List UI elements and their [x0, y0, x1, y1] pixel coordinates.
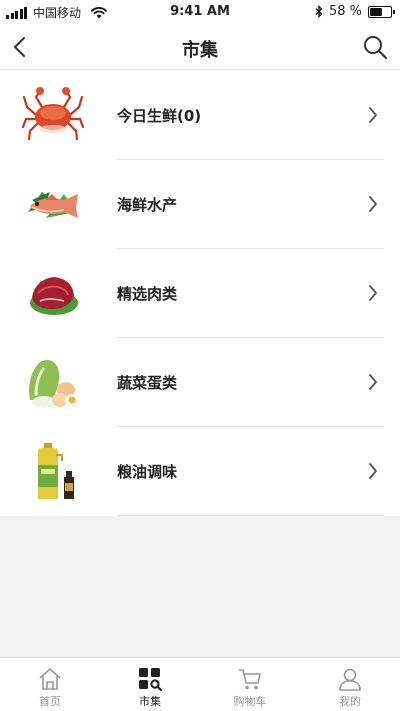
meat-image: [30, 277, 78, 315]
chevron-right-icon: [369, 463, 377, 479]
category-item-grain-oil[interactable]: 粮油调味: [0, 427, 400, 516]
tab-label: 购物车: [233, 695, 267, 708]
tab-label: 我的: [339, 695, 361, 708]
vegetable-egg-image: [29, 360, 79, 408]
category-label: 蔬菜蛋类: [117, 374, 178, 392]
oil-bottle-image: [38, 443, 74, 499]
status-right: 58 %: [315, 4, 395, 19]
chevron-right-icon: [369, 196, 377, 212]
nav-bar: 市集: [0, 24, 400, 70]
home-icon: [39, 668, 61, 690]
page-title: 市集: [182, 40, 218, 61]
battery-icon: [368, 5, 395, 18]
category-label: 精选肉类: [117, 285, 178, 303]
bluetooth-icon: [315, 5, 323, 18]
chevron-right-icon: [369, 285, 377, 301]
status-bar: 中国移动 9:41 AM 58 %: [0, 0, 400, 24]
category-item-meat[interactable]: 精选肉类: [0, 249, 400, 338]
category-label: 粮油调味: [117, 463, 178, 481]
tab-bar: 首页 市集 购物车 我的: [0, 657, 400, 711]
category-label: 今日生鲜(0): [117, 107, 202, 125]
divider: [117, 515, 384, 516]
battery-percent: 58 %: [328, 4, 362, 19]
crab-image: [22, 87, 84, 141]
fish-image: [28, 192, 78, 218]
tab-label: 市集: [139, 695, 161, 708]
chevron-right-icon: [369, 374, 377, 390]
tab-label: 首页: [39, 695, 61, 708]
category-item-vegetables-eggs[interactable]: 蔬菜蛋类: [0, 338, 400, 427]
market-grid-icon: [139, 668, 163, 692]
category-item-seafood[interactable]: 海鲜水产: [0, 160, 400, 249]
tab-home[interactable]: 首页: [0, 658, 100, 711]
tab-market[interactable]: 市集: [100, 658, 200, 711]
tab-cart[interactable]: 购物车: [200, 658, 300, 711]
category-label: 海鲜水产: [117, 196, 178, 214]
cart-icon: [239, 669, 261, 690]
tab-profile[interactable]: 我的: [300, 658, 400, 711]
person-icon: [339, 668, 361, 691]
search-icon[interactable]: [362, 34, 388, 60]
chevron-right-icon: [369, 107, 377, 123]
category-item-fresh-today[interactable]: 今日生鲜(0): [0, 71, 400, 160]
category-list: 今日生鲜(0) 海鲜水产 精选肉类 蔬菜蛋类 粮油调味: [0, 71, 400, 516]
